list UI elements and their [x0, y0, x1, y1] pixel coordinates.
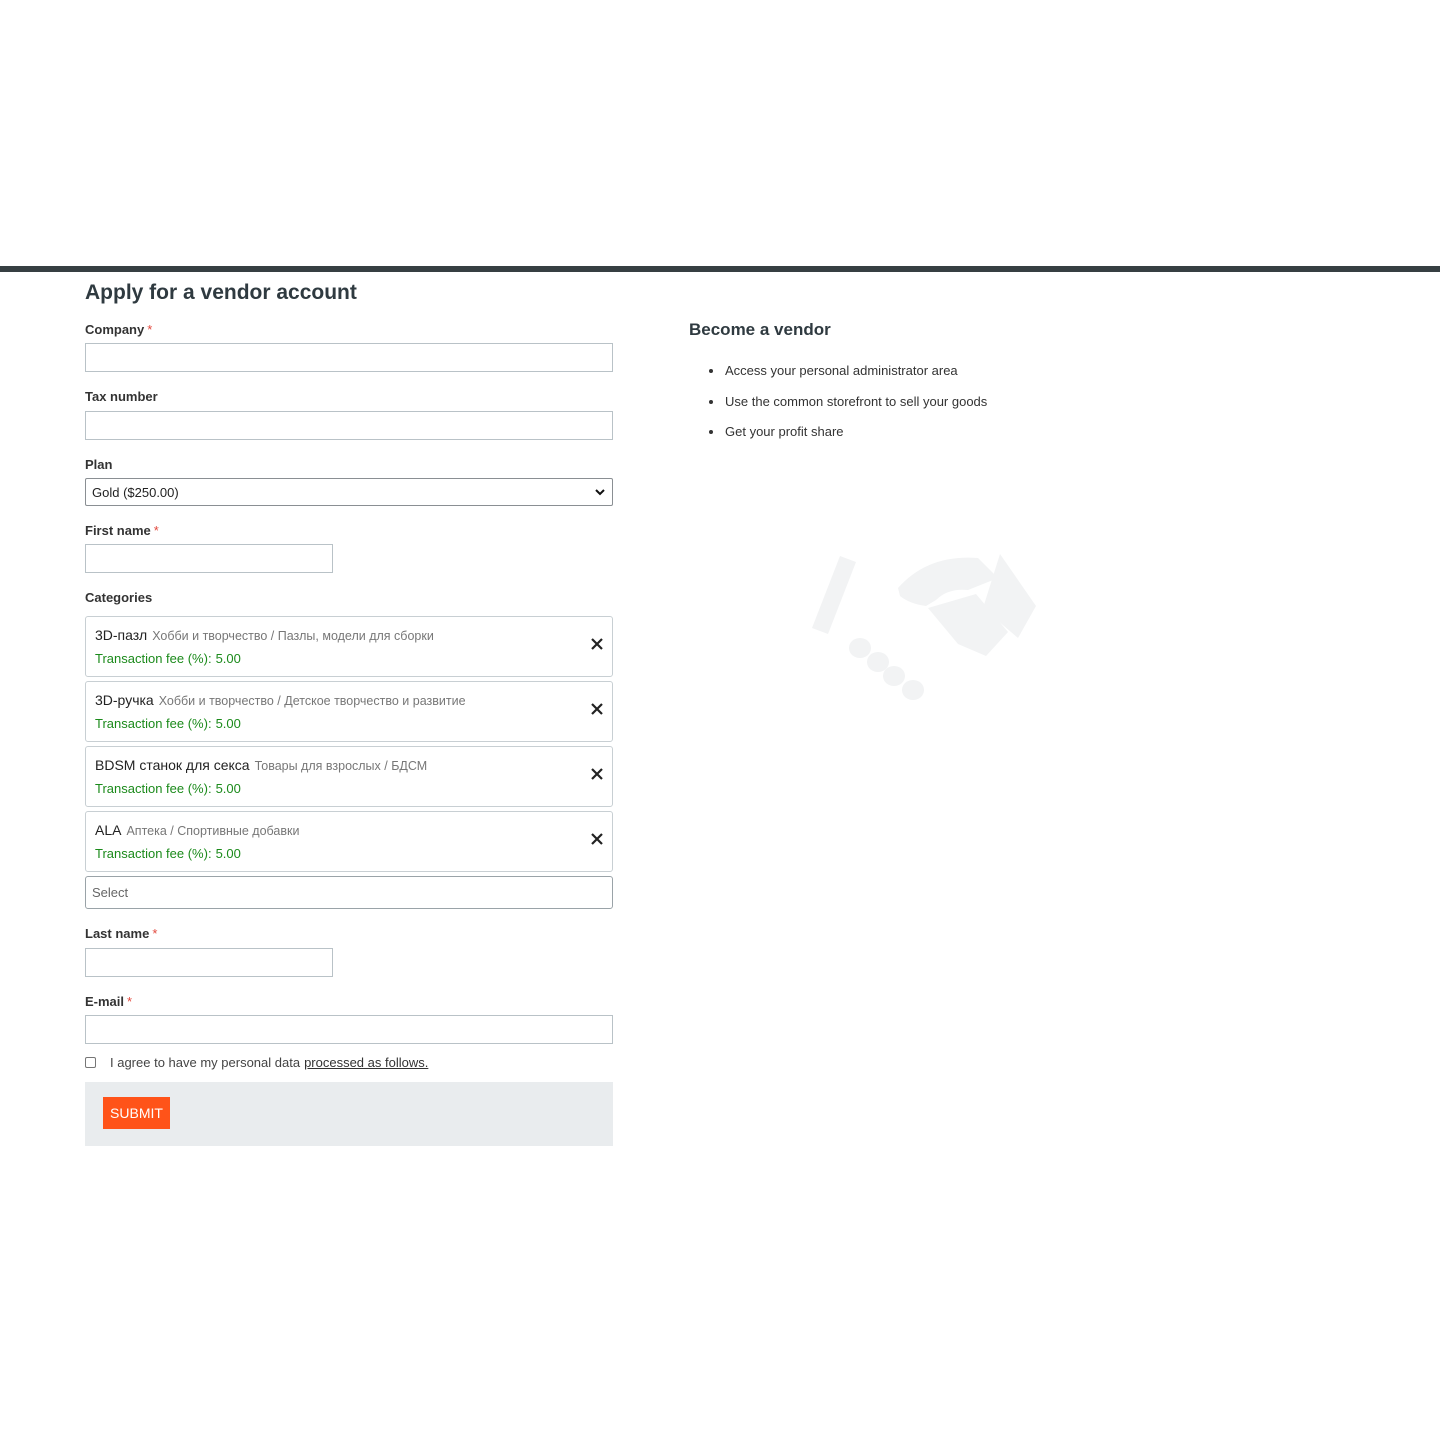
benefit-item: Access your personal administrator area	[709, 363, 987, 394]
close-icon[interactable]	[590, 832, 604, 846]
required-mark: *	[147, 322, 153, 337]
privacy-link[interactable]: processed as follows.	[304, 1055, 428, 1070]
fee-label: Transaction fee (%):	[95, 651, 212, 666]
last-name-label: Last name *	[85, 926, 158, 941]
benefit-item: Get your profit share	[709, 424, 987, 455]
tax-number-input[interactable]	[85, 411, 613, 440]
company-label: Company *	[85, 322, 153, 337]
last-name-input[interactable]	[85, 948, 333, 977]
category-select[interactable]: Select	[85, 876, 613, 909]
close-icon[interactable]	[590, 637, 604, 651]
category-name: 3D-пазл	[95, 627, 148, 643]
email-label: E-mail *	[85, 994, 133, 1009]
fee-value: 5.00	[215, 716, 241, 731]
handshake-icon	[812, 554, 1036, 700]
chevron-down-icon	[595, 489, 605, 496]
header-divider	[0, 266, 1440, 272]
fee-label: Transaction fee (%):	[95, 716, 212, 731]
category-path: Хобби и творчество / Пазлы, модели для с…	[152, 629, 434, 643]
benefits-list: Access your personal administrator area …	[709, 363, 987, 455]
categories-label: Categories	[85, 590, 153, 605]
category-path: Аптека / Спортивные добавки	[126, 824, 300, 838]
required-mark: *	[152, 926, 158, 941]
required-mark: *	[127, 994, 133, 1009]
fee-label: Transaction fee (%):	[95, 781, 212, 796]
fee-value: 5.00	[215, 651, 241, 666]
submit-panel: SUBMIT	[85, 1082, 613, 1146]
benefit-item: Use the common storefront to sell your g…	[709, 394, 987, 425]
first-name-input[interactable]	[85, 544, 333, 573]
fee-value: 5.00	[215, 781, 241, 796]
category-name: 3D-ручка	[95, 692, 154, 708]
agreement-row: I agree to have my personal data process…	[85, 1055, 428, 1070]
close-icon[interactable]	[590, 767, 604, 781]
category-path: Хобби и творчество / Детское творчество …	[158, 694, 466, 708]
category-select-placeholder: Select	[92, 885, 129, 900]
category-name: BDSM станок для секса	[95, 757, 250, 773]
email-input[interactable]	[85, 1015, 613, 1044]
fee-value: 5.00	[215, 846, 241, 861]
close-icon[interactable]	[590, 702, 604, 716]
plan-select-value: Gold ($250.00)	[92, 484, 179, 500]
first-name-label: First name *	[85, 523, 159, 538]
plan-select[interactable]: Gold ($250.00)	[85, 478, 613, 506]
page-title: Apply for a vendor account	[85, 281, 357, 304]
category-item: 3D-пазл Хобби и творчество / Пазлы, модел…	[85, 616, 613, 677]
sidebar-title: Become a vendor	[689, 320, 831, 339]
fee-label: Transaction fee (%):	[95, 846, 212, 861]
category-name: ALA	[95, 822, 122, 838]
plan-label: Plan	[85, 457, 113, 472]
company-input[interactable]	[85, 343, 613, 372]
category-item: ALA Аптека / Спортивные добавки Transacti…	[85, 811, 613, 872]
required-mark: *	[153, 523, 159, 538]
category-item: BDSM станок для секса Товары для взрослых…	[85, 746, 613, 807]
category-item: 3D-ручка Хобби и творчество / Детское тво…	[85, 681, 613, 742]
agree-checkbox[interactable]	[85, 1057, 96, 1068]
submit-button[interactable]: SUBMIT	[103, 1097, 170, 1129]
category-path: Товары для взрослых / БДСМ	[254, 759, 428, 773]
agree-text: I agree to have my personal data	[110, 1055, 301, 1070]
tax-number-label: Tax number	[85, 389, 158, 404]
